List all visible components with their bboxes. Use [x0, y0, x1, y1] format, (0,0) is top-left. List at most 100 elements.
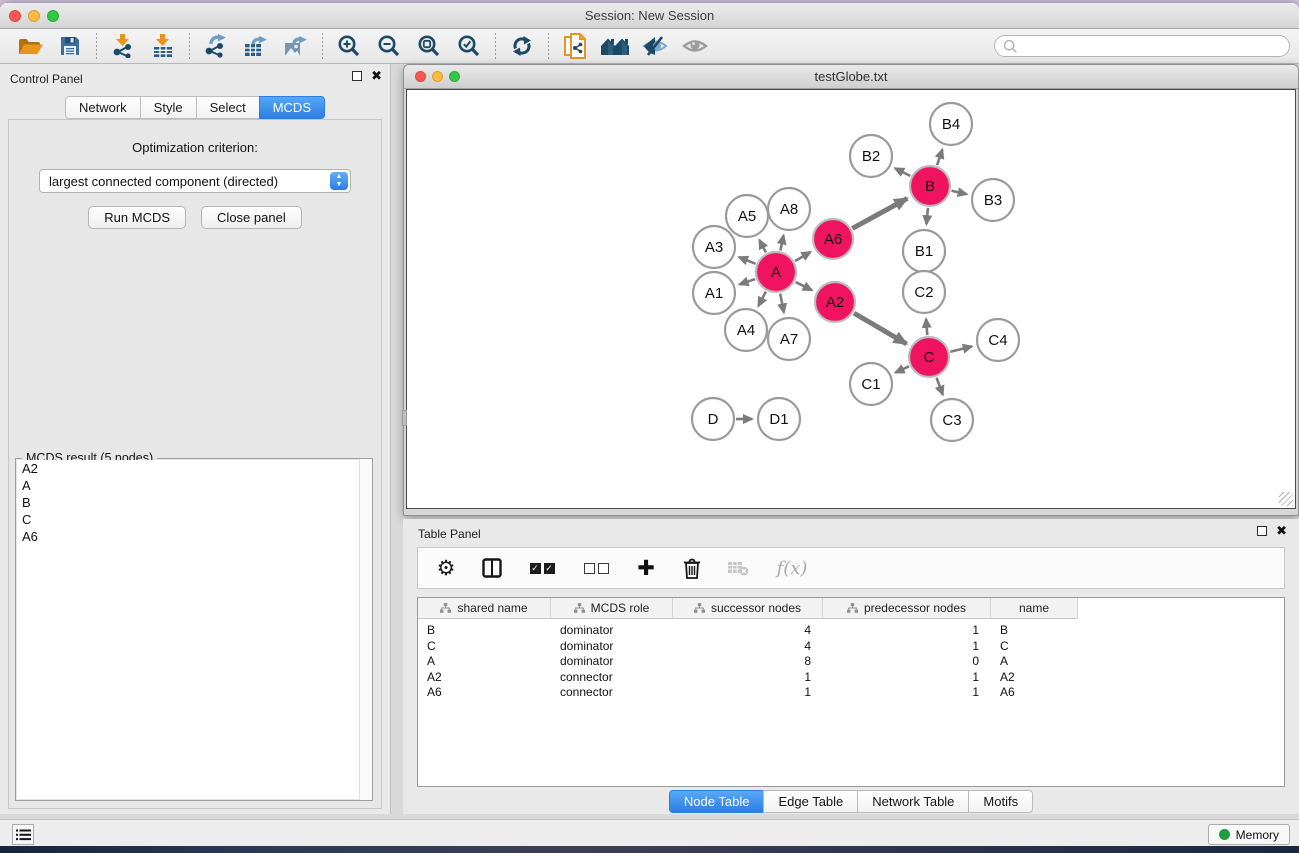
- graph-node-B3[interactable]: B3: [972, 179, 1014, 221]
- graph-edge-B-B4[interactable]: [937, 150, 942, 166]
- result-item-A2[interactable]: A2: [17, 460, 371, 477]
- graph-edge-A6-B[interactable]: [852, 198, 907, 228]
- import-table-icon[interactable]: [143, 31, 183, 61]
- table-cell[interactable]: 4: [673, 622, 823, 638]
- table-cell[interactable]: A6: [991, 684, 1078, 700]
- table-cell[interactable]: dominator: [551, 638, 673, 654]
- delete-table-icon[interactable]: [726, 555, 750, 581]
- import-network-icon[interactable]: [103, 31, 143, 61]
- graph-node-A8[interactable]: A8: [768, 188, 810, 230]
- graph-edge-C-C2[interactable]: [926, 319, 927, 335]
- graph-node-A5[interactable]: A5: [726, 195, 768, 237]
- column-header-shared-name[interactable]: shared name: [418, 598, 551, 619]
- delete-column-icon[interactable]: [680, 555, 704, 581]
- graph-edge-A-A1[interactable]: [740, 279, 756, 284]
- add-column-icon[interactable]: ✚: [634, 555, 658, 581]
- graph-node-A3[interactable]: A3: [693, 226, 735, 268]
- split-view-icon[interactable]: [480, 555, 504, 581]
- close-table-panel-icon[interactable]: ✖: [1276, 526, 1287, 536]
- export-image-icon[interactable]: [276, 31, 316, 61]
- table-cell[interactable]: B: [418, 622, 551, 638]
- table-cell[interactable]: 1: [823, 622, 991, 638]
- float-panel-icon[interactable]: [352, 71, 362, 81]
- criterion-select[interactable]: largest connected component (directed) ▲…: [39, 169, 351, 193]
- graph-node-C1[interactable]: C1: [850, 363, 892, 405]
- task-history-button[interactable]: [12, 824, 34, 845]
- table-cell[interactable]: A: [991, 653, 1078, 669]
- table-row[interactable]: Bdominator41B: [418, 622, 1284, 638]
- graph-edge-C-C3[interactable]: [937, 378, 943, 395]
- new-network-from-selection-icon[interactable]: [555, 31, 595, 61]
- save-session-icon[interactable]: [50, 31, 90, 61]
- memory-button[interactable]: Memory: [1208, 824, 1290, 845]
- table-cell[interactable]: dominator: [551, 653, 673, 669]
- float-table-panel-icon[interactable]: [1257, 526, 1267, 536]
- tab-network[interactable]: Network: [65, 96, 140, 119]
- table-cell[interactable]: dominator: [551, 622, 673, 638]
- result-item-A[interactable]: A: [17, 477, 371, 494]
- zoom-in-icon[interactable]: [329, 31, 369, 61]
- tab-mcds[interactable]: MCDS: [259, 96, 325, 119]
- close-panel-icon[interactable]: ✖: [371, 71, 382, 81]
- open-session-icon[interactable]: [10, 31, 50, 61]
- graph-node-C[interactable]: C: [909, 337, 949, 377]
- table-cell[interactable]: connector: [551, 669, 673, 685]
- graph-node-A6[interactable]: A6: [813, 219, 853, 259]
- zoom-fit-icon[interactable]: [409, 31, 449, 61]
- export-table-icon[interactable]: [236, 31, 276, 61]
- zoom-out-icon[interactable]: [369, 31, 409, 61]
- graph-edge-A-A8[interactable]: [780, 235, 783, 250]
- graph-edge-A-A6[interactable]: [795, 252, 810, 261]
- gear-icon[interactable]: ⚙: [434, 555, 458, 581]
- graph-edge-B-B3[interactable]: [951, 191, 966, 194]
- result-scrollbar[interactable]: [359, 459, 372, 800]
- hide-selected-icon[interactable]: [635, 31, 675, 61]
- table-row[interactable]: A6connector11A6: [418, 684, 1284, 700]
- graph-node-A[interactable]: A: [756, 252, 796, 292]
- tab-select[interactable]: Select: [196, 96, 259, 119]
- graph-node-B[interactable]: B: [910, 166, 950, 206]
- column-header-predecessor-nodes[interactable]: predecessor nodes: [823, 598, 991, 619]
- graph-node-D1[interactable]: D1: [758, 398, 800, 440]
- divider-handle[interactable]: [402, 410, 407, 426]
- close-panel-button[interactable]: Close panel: [201, 206, 302, 229]
- graph-edge-B-B1[interactable]: [926, 208, 927, 224]
- run-mcds-button[interactable]: Run MCDS: [88, 206, 186, 229]
- tab-motifs[interactable]: Motifs: [968, 790, 1033, 813]
- table-cell[interactable]: A2: [991, 669, 1078, 685]
- graph-node-C2[interactable]: C2: [903, 271, 945, 313]
- graph-edge-C-C1[interactable]: [895, 366, 909, 372]
- table-row[interactable]: Adominator80A: [418, 653, 1284, 669]
- table-row[interactable]: A2connector11A2: [418, 669, 1284, 685]
- graph-node-A1[interactable]: A1: [693, 272, 735, 314]
- table-cell[interactable]: 0: [823, 653, 991, 669]
- column-header-successor-nodes[interactable]: successor nodes: [673, 598, 823, 619]
- graph-edge-C-C4[interactable]: [950, 346, 971, 351]
- table-cell[interactable]: 1: [823, 684, 991, 700]
- graph-edge-A-A4[interactable]: [758, 292, 765, 306]
- network-canvas[interactable]: AA1A3A5A8A4A7A6A2BB1B2B3B4CC1C2C3C4DD1: [406, 89, 1296, 509]
- column-header-MCDS-role[interactable]: MCDS role: [551, 598, 673, 619]
- search-input[interactable]: [994, 35, 1290, 57]
- table-cell[interactable]: A2: [418, 669, 551, 685]
- graph-edge-A-A2[interactable]: [796, 282, 812, 290]
- table-cell[interactable]: 1: [673, 684, 823, 700]
- show-all-icon[interactable]: [675, 31, 715, 61]
- column-header-name[interactable]: name: [991, 598, 1078, 619]
- graph-node-A4[interactable]: A4: [725, 309, 767, 351]
- graph-edge-B-B2[interactable]: [895, 168, 910, 176]
- table-cell[interactable]: A6: [418, 684, 551, 700]
- table-cell[interactable]: C: [991, 638, 1078, 654]
- graph-node-B4[interactable]: B4: [930, 103, 972, 145]
- first-neighbors-icon[interactable]: [595, 31, 635, 61]
- graph-node-B2[interactable]: B2: [850, 135, 892, 177]
- graph-edge-A-A5[interactable]: [759, 240, 765, 252]
- graph-node-A7[interactable]: A7: [768, 318, 810, 360]
- graph-node-A2[interactable]: A2: [815, 282, 855, 322]
- tab-node-table[interactable]: Node Table: [669, 790, 764, 813]
- table-cell[interactable]: 1: [673, 669, 823, 685]
- graph-edge-A2-C[interactable]: [854, 313, 907, 344]
- table-cell[interactable]: C: [418, 638, 551, 654]
- table-cell[interactable]: connector: [551, 684, 673, 700]
- mcds-result-list[interactable]: A2ABCA6: [17, 460, 371, 799]
